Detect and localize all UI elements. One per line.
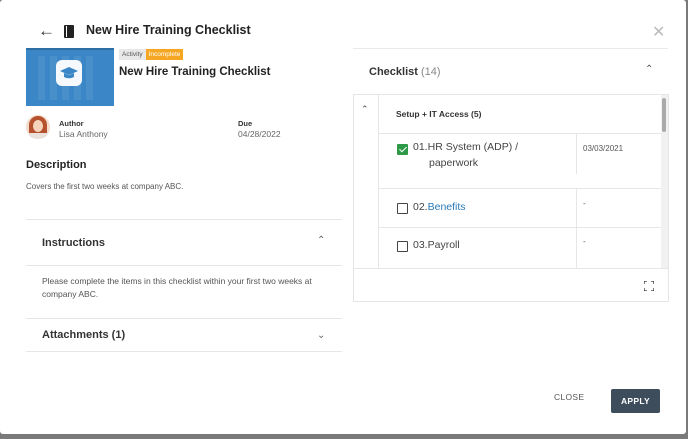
checklist-count: (14) <box>420 66 441 78</box>
checklist-item-date: - <box>583 237 586 246</box>
close-icon[interactable]: ✕ <box>652 25 665 41</box>
attachments-heading: Attachments (1) <box>42 329 126 341</box>
apply-button[interactable]: APPLY <box>611 389 660 413</box>
checklist-header[interactable]: Checklist (14) ⌃ <box>353 48 668 95</box>
checklist-row: 03.Payroll - <box>379 227 661 269</box>
chevron-up-icon[interactable]: ⌃ <box>317 235 325 246</box>
checklist-item-date: - <box>583 199 586 208</box>
checklist-row: 02.Benefits - <box>379 188 661 228</box>
description-heading: Description <box>26 159 87 171</box>
status-badge: Incomplete <box>145 49 184 60</box>
checklist-item-label: 01.HR System (ADP) / paperwork <box>413 141 519 169</box>
group-label: Setup + IT Access (5) <box>396 109 482 119</box>
checklist-table: ⌃ Setup + IT Access (5) 01.HR System (AD… <box>353 94 669 302</box>
divider <box>26 351 342 352</box>
checklist-item-link[interactable]: Benefits <box>428 201 466 213</box>
back-arrow-icon[interactable]: ← <box>38 22 56 40</box>
avatar <box>26 115 50 139</box>
instructions-accordion[interactable]: Instructions ⌃ <box>26 219 342 266</box>
description-text: Covers the first two weeks at company AB… <box>26 182 184 191</box>
modal-dialog: ← New Hire Training Checklist ✕ Activity… <box>0 0 686 434</box>
divider <box>26 265 342 266</box>
checklist-footer <box>354 268 668 302</box>
modal-header: ← New Hire Training Checklist ✕ <box>0 14 686 50</box>
due-date: 04/28/2022 <box>238 129 281 139</box>
item-tags: Activity Incomplete <box>119 49 184 60</box>
graduation-cap-glyph <box>60 67 78 79</box>
author-label: Author <box>59 119 84 128</box>
instructions-heading: Instructions <box>42 237 105 249</box>
attachments-accordion[interactable]: Attachments (1) ⌄ <box>26 318 342 352</box>
checkbox[interactable] <box>397 203 408 214</box>
chevron-up-icon[interactable]: ⌃ <box>361 104 369 115</box>
item-title: New Hire Training Checklist <box>119 66 271 78</box>
expand-icon[interactable] <box>644 281 654 291</box>
instructions-body: Please complete the items in this checkl… <box>42 276 312 299</box>
type-badge: Activity <box>119 49 146 60</box>
scrollbar[interactable] <box>661 95 668 268</box>
checklist-item-date: 03/03/2021 <box>583 144 624 153</box>
checklist-heading: Checklist (14) <box>369 66 441 78</box>
group-toggle-column: ⌃ <box>354 95 379 268</box>
checklist-panel: Checklist (14) ⌃ ⌃ Setup + IT Access (5)… <box>353 48 669 302</box>
author-name: Lisa Anthony <box>59 129 108 139</box>
item-thumbnail <box>26 48 114 106</box>
book-icon <box>64 25 74 38</box>
page-title: New Hire Training Checklist <box>86 23 251 37</box>
checkbox-checked[interactable] <box>397 144 408 155</box>
chevron-down-icon[interactable]: ⌄ <box>317 330 325 341</box>
checklist-item-label: 03.Payroll <box>413 239 460 251</box>
checklist-row: 01.HR System (ADP) / paperwork 03/03/2021 <box>379 133 661 174</box>
close-button[interactable]: CLOSE <box>554 392 584 402</box>
chevron-up-icon[interactable]: ⌃ <box>645 64 653 75</box>
due-label: Due <box>238 119 253 128</box>
checklist-item-label: 02.Benefits <box>413 201 466 213</box>
checkbox[interactable] <box>397 241 408 252</box>
